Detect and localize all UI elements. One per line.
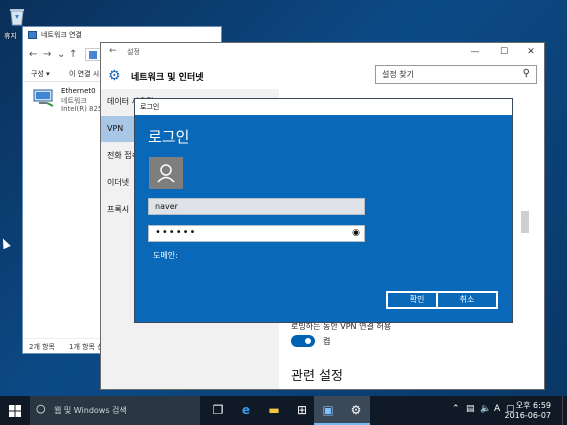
toggle-knob (305, 338, 311, 344)
back-arrow-icon[interactable]: ← (109, 46, 117, 56)
settings-search-input[interactable]: 설정 찾기 ⚲ (375, 65, 537, 84)
forward-arrow-icon[interactable]: → (43, 49, 51, 60)
selected-count: 1개 항목 선 (69, 343, 104, 351)
login-heading: 로그인 (148, 128, 190, 146)
recent-dropdown-icon[interactable]: ⌄ (57, 49, 65, 60)
explorer-titlebar[interactable]: 네트워크 연결 (23, 27, 221, 43)
cancel-button[interactable]: 취소 (436, 291, 498, 309)
login-window-title: 로그인 (140, 103, 160, 111)
settings-titlebar[interactable]: ← 설정 — ☐ ✕ (101, 43, 544, 61)
adapter-name: Ethernet0 (61, 87, 96, 95)
network-connections-taskbar-icon[interactable]: ▣ (314, 396, 342, 425)
domain-label: 도메인: (153, 251, 178, 260)
username-value: naver (155, 202, 178, 211)
taskbar-search-box[interactable]: ○ 웹 및 Windows 검색 (30, 396, 200, 425)
show-desktop-button[interactable] (562, 396, 567, 425)
vpn-login-dialog: 로그인 로그인 naver •••••• ◉ 도메인: 확인 취소 (134, 98, 513, 323)
vpn-roaming-toggle[interactable] (291, 335, 315, 347)
back-arrow-icon[interactable]: ← (29, 49, 37, 60)
password-value: •••••• (155, 227, 197, 238)
scrollbar-thumb[interactable] (521, 211, 529, 233)
search-icon: ○ (36, 402, 46, 415)
recycle-bin-label: 휴지 (4, 32, 17, 40)
settings-title: 설정 (127, 48, 140, 56)
password-field[interactable]: •••••• ◉ (148, 225, 365, 242)
close-icon[interactable]: ✕ (517, 43, 545, 61)
task-view-icon[interactable]: ❐ (204, 396, 232, 425)
taskbar: ○ 웹 및 Windows 검색 ❐ e ▬ ⊞ ▣ ⚙ ⌃ ▤ 🔈 A ▢ 오… (0, 396, 567, 425)
ethernet-adapter-icon (33, 89, 54, 107)
explorer-title: 네트워크 연결 (41, 31, 82, 39)
item-count: 2개 항목 (29, 343, 55, 351)
control-panel-icon (89, 51, 97, 59)
tray-overflow-icon[interactable]: ⌃ (452, 404, 460, 414)
toggle-state-label: 켬 (323, 337, 331, 346)
up-arrow-icon[interactable]: ↑ (69, 49, 77, 60)
search-placeholder: 설정 찾기 (382, 70, 414, 79)
network-folder-icon (28, 31, 37, 39)
connect-command[interactable]: 이 연결 시 (69, 69, 99, 79)
windows-logo-icon (9, 405, 21, 417)
settings-taskbar-icon[interactable]: ⚙ (342, 396, 370, 425)
edge-browser-icon[interactable]: e (232, 396, 260, 425)
ime-icon[interactable]: A (494, 404, 500, 414)
start-button[interactable] (0, 396, 30, 425)
gear-icon: ⚙ (108, 68, 121, 84)
store-icon[interactable]: ⊞ (288, 396, 316, 425)
clock-date[interactable]: 2016-06-07 (505, 411, 552, 420)
login-titlebar[interactable]: 로그인 (135, 99, 512, 115)
reveal-password-icon[interactable]: ◉ (352, 228, 360, 238)
username-field[interactable]: naver (148, 198, 365, 215)
search-icon[interactable]: ⚲ (523, 68, 530, 79)
network-tray-icon[interactable]: ▤ (466, 404, 475, 414)
minimize-icon[interactable]: — (461, 43, 489, 61)
recycle-bin-icon[interactable] (8, 6, 26, 26)
taskbar-search-placeholder: 웹 및 Windows 검색 (54, 406, 127, 415)
clock-time[interactable]: 오후 6:59 (516, 400, 551, 411)
file-explorer-icon[interactable]: ▬ (260, 396, 288, 425)
volume-icon[interactable]: 🔈 (480, 404, 491, 414)
user-avatar-icon (149, 157, 183, 189)
mouse-cursor-icon (0, 236, 11, 250)
organize-menu[interactable]: 구성 ▾ (31, 69, 50, 79)
page-title: 네트워크 및 인터넷 (131, 73, 204, 83)
maximize-icon[interactable]: ☐ (490, 43, 518, 61)
related-settings-heading: 관련 설정 (291, 369, 343, 384)
